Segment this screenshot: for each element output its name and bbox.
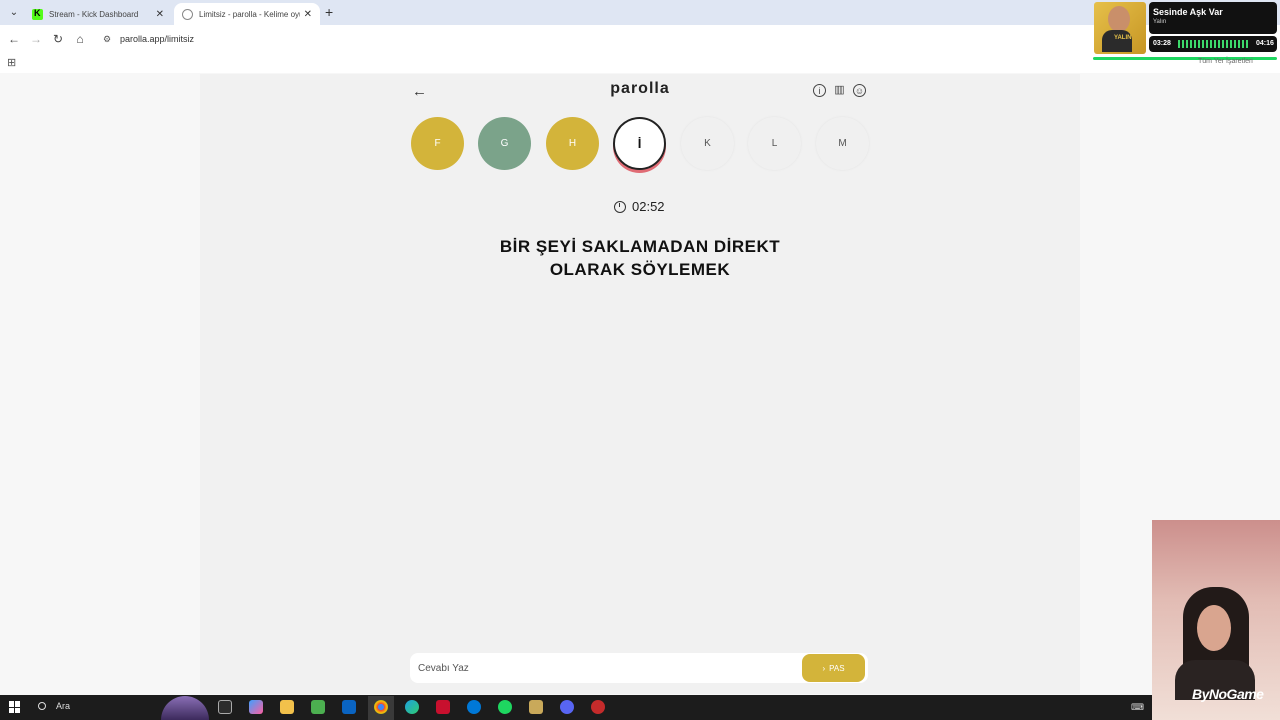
answer-input[interactable] (418, 659, 788, 677)
new-tab-plus-icon[interactable]: + (325, 4, 333, 20)
tab-title: Limitsiz - parolla - Kelime oyunu (199, 9, 300, 19)
tab-title: Stream - Kick Dashboard (49, 9, 139, 19)
clock-icon (614, 200, 626, 213)
reload-icon[interactable]: ↻ (50, 31, 66, 47)
tab-search-chevron-icon[interactable]: ⌄ (6, 5, 22, 21)
obs-icon[interactable] (591, 700, 605, 714)
timer-value: 02:52 (632, 199, 665, 214)
forward-icon[interactable]: → (28, 31, 44, 47)
search-label: Ara (56, 701, 71, 711)
answer-box: › PAS (410, 653, 868, 683)
letter-circle-g: G (478, 117, 531, 170)
parolla-favicon-icon (182, 8, 193, 20)
url-field[interactable]: parolla.app/limitsiz (120, 34, 194, 44)
chevron-right-icon: › (822, 663, 826, 673)
letter-circle-l: L (748, 117, 801, 170)
song-artist: Yalın (1153, 19, 1167, 25)
total-time: 04:16 (1256, 40, 1274, 47)
close-tab-icon[interactable]: ✕ (304, 9, 312, 20)
chrome-icon[interactable] (374, 700, 388, 714)
letter-circle-h: H (546, 117, 599, 170)
bynogame-logo: ByNoGame (1192, 686, 1264, 702)
all-bookmarks-link[interactable]: Tüm Yer İşaretleri (1198, 58, 1253, 65)
webcam-person-face (1197, 605, 1231, 651)
apps-grid-icon[interactable]: ⊞ (7, 56, 16, 69)
song-title: Sesinde Aşk Var (1153, 7, 1223, 17)
kick-favicon-icon (32, 8, 43, 20)
back-arrow-icon[interactable]: ← (412, 83, 427, 100)
edge-icon[interactable] (405, 700, 419, 714)
timer: 02:52 (614, 199, 665, 214)
user-icon[interactable]: ☺ (853, 84, 866, 97)
file-explorer-icon[interactable] (280, 700, 294, 714)
home-icon[interactable]: ⌂ (72, 31, 88, 47)
game-app-icon[interactable] (529, 700, 543, 714)
back-icon[interactable]: ← (6, 31, 22, 47)
close-tab-icon[interactable]: ✕ (156, 9, 164, 20)
cover-text: YALIN (1114, 35, 1132, 41)
spotify-icon[interactable] (498, 700, 512, 714)
audio-waveform (1178, 40, 1248, 48)
pass-button[interactable]: › PAS (802, 654, 865, 682)
brand-logo: parolla (610, 80, 670, 97)
store-icon[interactable] (311, 700, 325, 714)
bookmarks-bar (0, 53, 1280, 73)
site-settings-icon[interactable]: ⚙ (103, 34, 111, 45)
task-view-icon[interactable] (218, 700, 232, 714)
skype-icon[interactable] (467, 700, 481, 714)
stats-icon[interactable]: ▥ (833, 84, 846, 97)
letter-circle-k: K (681, 117, 734, 170)
question-text: BİR ŞEYİ SAKLAMADAN DİREKT OLARAK SÖYLEM… (440, 235, 840, 281)
pass-label: PAS (829, 663, 845, 673)
search-icon (38, 702, 46, 710)
info-icon[interactable]: i (813, 84, 826, 97)
tab-kick-dashboard[interactable]: Stream - Kick Dashboard ✕ (24, 3, 172, 25)
cover-artist-face (1108, 6, 1130, 32)
valorant-icon[interactable] (436, 700, 450, 714)
question-line-2: OLARAK SÖYLEMEK (549, 260, 731, 279)
letter-circle-f: F (411, 117, 464, 170)
letter-circle-m: M (816, 117, 869, 170)
keyboard-tray-icon[interactable]: ⌨ (1131, 702, 1144, 713)
letter-circle-i-active: İ (613, 117, 666, 170)
question-line-1: BİR ŞEYİ SAKLAMADAN DİREKT (499, 237, 781, 256)
windows-start-icon[interactable] (9, 701, 21, 713)
taskbar-search[interactable]: Ara (38, 701, 70, 711)
cover-artist-body (1102, 30, 1132, 52)
current-time: 03:28 (1153, 40, 1171, 47)
outlook-icon[interactable] (342, 700, 356, 714)
copilot-icon[interactable] (249, 700, 263, 714)
discord-icon[interactable] (560, 700, 574, 714)
tab-parolla[interactable]: Limitsiz - parolla - Kelime oyunu ✕ (174, 3, 320, 25)
